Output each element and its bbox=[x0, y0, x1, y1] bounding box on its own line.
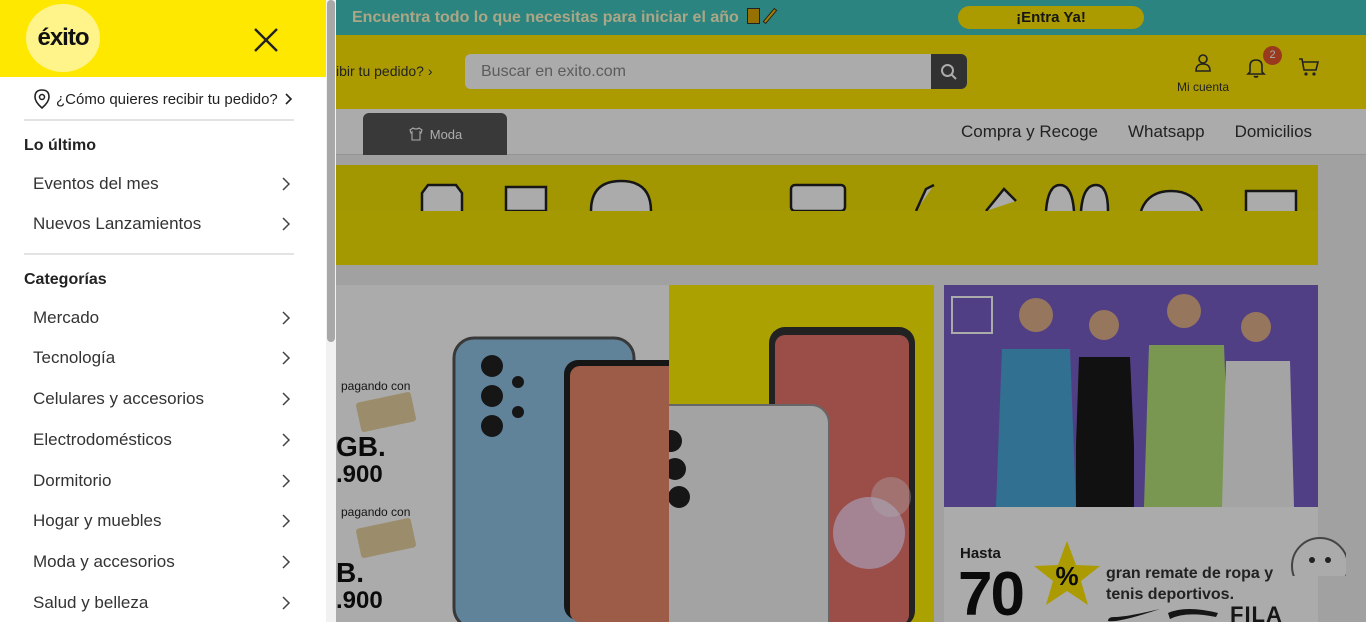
side-menu-drawer: éxito ¿Cómo quieres recibir tu pedido? L… bbox=[0, 0, 326, 622]
section-title-categorias: Categorías bbox=[24, 271, 107, 288]
menu-item-label: Mercado bbox=[33, 308, 100, 327]
nav-links: Compra y Recoge Whatsapp Domicilios bbox=[961, 122, 1312, 142]
menu-item-label: Electrodomésticos bbox=[33, 430, 172, 449]
chevron-right-icon: › bbox=[427, 63, 433, 79]
chevron-right-icon bbox=[282, 474, 291, 488]
menu-item-label: Hogar y muebles bbox=[33, 511, 162, 530]
menu-item-salud-belleza[interactable]: Salud y belleza bbox=[33, 588, 293, 618]
chevron-right-icon bbox=[282, 217, 291, 231]
menu-item-label: Salud y belleza bbox=[33, 593, 149, 612]
tab-moda[interactable]: Moda bbox=[363, 113, 507, 155]
menu-item-label: Moda y accesorios bbox=[33, 552, 175, 571]
menu-item-tecnologia[interactable]: Tecnología bbox=[33, 343, 293, 373]
account-button[interactable]: Mi cuenta bbox=[1172, 53, 1234, 94]
menu-item-label: Tecnología bbox=[33, 348, 116, 367]
cart-button[interactable] bbox=[1297, 55, 1321, 84]
exito-logo[interactable]: éxito bbox=[26, 4, 100, 72]
delivery-label: ibir tu pedido? bbox=[336, 63, 424, 79]
banner-lower bbox=[336, 211, 1318, 265]
search-input[interactable] bbox=[465, 54, 931, 89]
menu-item-electrodomesticos[interactable]: Electrodomésticos bbox=[33, 425, 293, 455]
nav-link-domicilios[interactable]: Domicilios bbox=[1235, 122, 1312, 142]
capacity-1: GB. bbox=[336, 431, 386, 462]
category-pattern-icon bbox=[336, 165, 1318, 211]
chevron-right-icon bbox=[282, 177, 291, 191]
menu-item-eventos-del-mes[interactable]: Eventos del mes bbox=[33, 169, 293, 199]
sportswear-banner[interactable] bbox=[944, 285, 1318, 507]
chevron-right-icon bbox=[285, 93, 292, 105]
close-icon bbox=[254, 28, 278, 52]
payment-card-icon bbox=[355, 391, 417, 433]
chevron-right-icon bbox=[282, 351, 291, 365]
user-icon bbox=[1195, 54, 1211, 72]
payment-card-icon bbox=[355, 517, 417, 559]
nav-link-compra-recoge[interactable]: Compra y Recoge bbox=[961, 122, 1098, 142]
shirt-icon bbox=[409, 127, 423, 141]
notifications-badge: 2 bbox=[1263, 46, 1282, 65]
menu-item-label: Eventos del mes bbox=[33, 174, 159, 193]
chevron-right-icon bbox=[282, 514, 291, 528]
promo-message: Encuentra todo lo que necesitas para ini… bbox=[352, 9, 739, 26]
percent-sign: % bbox=[1055, 561, 1078, 591]
menu-item-nuevos-lanzamientos[interactable]: Nuevos Lanzamientos bbox=[33, 209, 293, 239]
chevron-right-icon bbox=[282, 555, 291, 569]
menu-item-hogar-muebles[interactable]: Hogar y muebles bbox=[33, 506, 293, 536]
capacity-2: B. bbox=[336, 557, 364, 588]
menu-item-label: Nuevos Lanzamientos bbox=[33, 214, 202, 233]
models-image bbox=[951, 294, 1294, 507]
chevron-right-icon bbox=[282, 311, 291, 325]
phone-promo-banner[interactable]: pagando con GB. .900 pagando con B. .900 bbox=[336, 285, 676, 622]
menu-item-dormitorio[interactable]: Dormitorio bbox=[33, 466, 293, 496]
menu-item-label: Celulares y accesorios bbox=[33, 389, 205, 408]
smartphone-blue-image bbox=[452, 336, 676, 622]
fila-logo: FILA bbox=[1230, 602, 1283, 622]
location-pin-icon bbox=[34, 89, 50, 109]
section-title-lo-ultimo: Lo último bbox=[24, 137, 96, 154]
logo-text: éxito bbox=[37, 24, 89, 51]
side-menu-header: éxito bbox=[0, 0, 326, 77]
side-menu-scrollbar-thumb[interactable] bbox=[327, 0, 335, 342]
school-supplies-icon bbox=[747, 7, 778, 27]
price-1: .900 bbox=[336, 461, 383, 488]
promo-text: Encuentra todo lo que necesitas para ini… bbox=[352, 7, 778, 27]
skechers-logo-icon bbox=[1168, 609, 1218, 619]
chat-assistant-icon[interactable] bbox=[1290, 536, 1346, 576]
smartphone-white-image bbox=[669, 327, 915, 622]
account-label: Mi cuenta bbox=[1176, 80, 1230, 94]
entra-ya-button[interactable]: ¡Entra Ya! bbox=[958, 6, 1144, 29]
chevron-right-icon bbox=[282, 392, 291, 406]
price-2: .900 bbox=[336, 587, 383, 614]
cart-icon bbox=[1299, 58, 1320, 76]
nav-link-whatsapp[interactable]: Whatsapp bbox=[1128, 122, 1205, 142]
delivery-method-selector[interactable]: ¿Cómo quieres recibir tu pedido? bbox=[34, 88, 296, 110]
phone-promo-banner-right[interactable] bbox=[669, 285, 934, 622]
close-menu-button[interactable] bbox=[250, 24, 282, 56]
search-icon bbox=[941, 63, 957, 80]
menu-item-celulares[interactable]: Celulares y accesorios bbox=[33, 384, 293, 414]
star-icon: % bbox=[1034, 541, 1100, 605]
pay-label-1: pagando con bbox=[341, 379, 411, 393]
category-icons-banner[interactable] bbox=[336, 165, 1318, 265]
menu-item-label: Dormitorio bbox=[33, 471, 112, 490]
chevron-right-icon bbox=[282, 596, 291, 610]
sale-percent: 70 bbox=[958, 560, 1025, 622]
delivery-prompt: ¿Cómo quieres recibir tu pedido? bbox=[56, 90, 278, 108]
sale-headline-line1: gran remate de ropa y bbox=[1106, 565, 1274, 582]
sale-headline: gran remate de ropa y tenis deportivos. bbox=[1106, 563, 1273, 605]
menu-item-mercado[interactable]: Mercado bbox=[33, 303, 293, 333]
chevron-right-icon bbox=[282, 433, 291, 447]
divider bbox=[24, 119, 294, 121]
menu-item-moda-accesorios[interactable]: Moda y accesorios bbox=[33, 547, 293, 577]
search-bar bbox=[465, 54, 967, 89]
sale-banner[interactable]: Hasta 70 % gran remate de ropa y tenis d… bbox=[944, 507, 1318, 622]
delivery-selector[interactable]: ibir tu pedido? › bbox=[336, 63, 433, 79]
divider bbox=[24, 253, 294, 255]
tab-moda-label: Moda bbox=[429, 126, 463, 142]
nike-logo-icon bbox=[1108, 609, 1160, 622]
search-button[interactable] bbox=[931, 54, 967, 89]
pay-label-2: pagando con bbox=[341, 505, 411, 519]
